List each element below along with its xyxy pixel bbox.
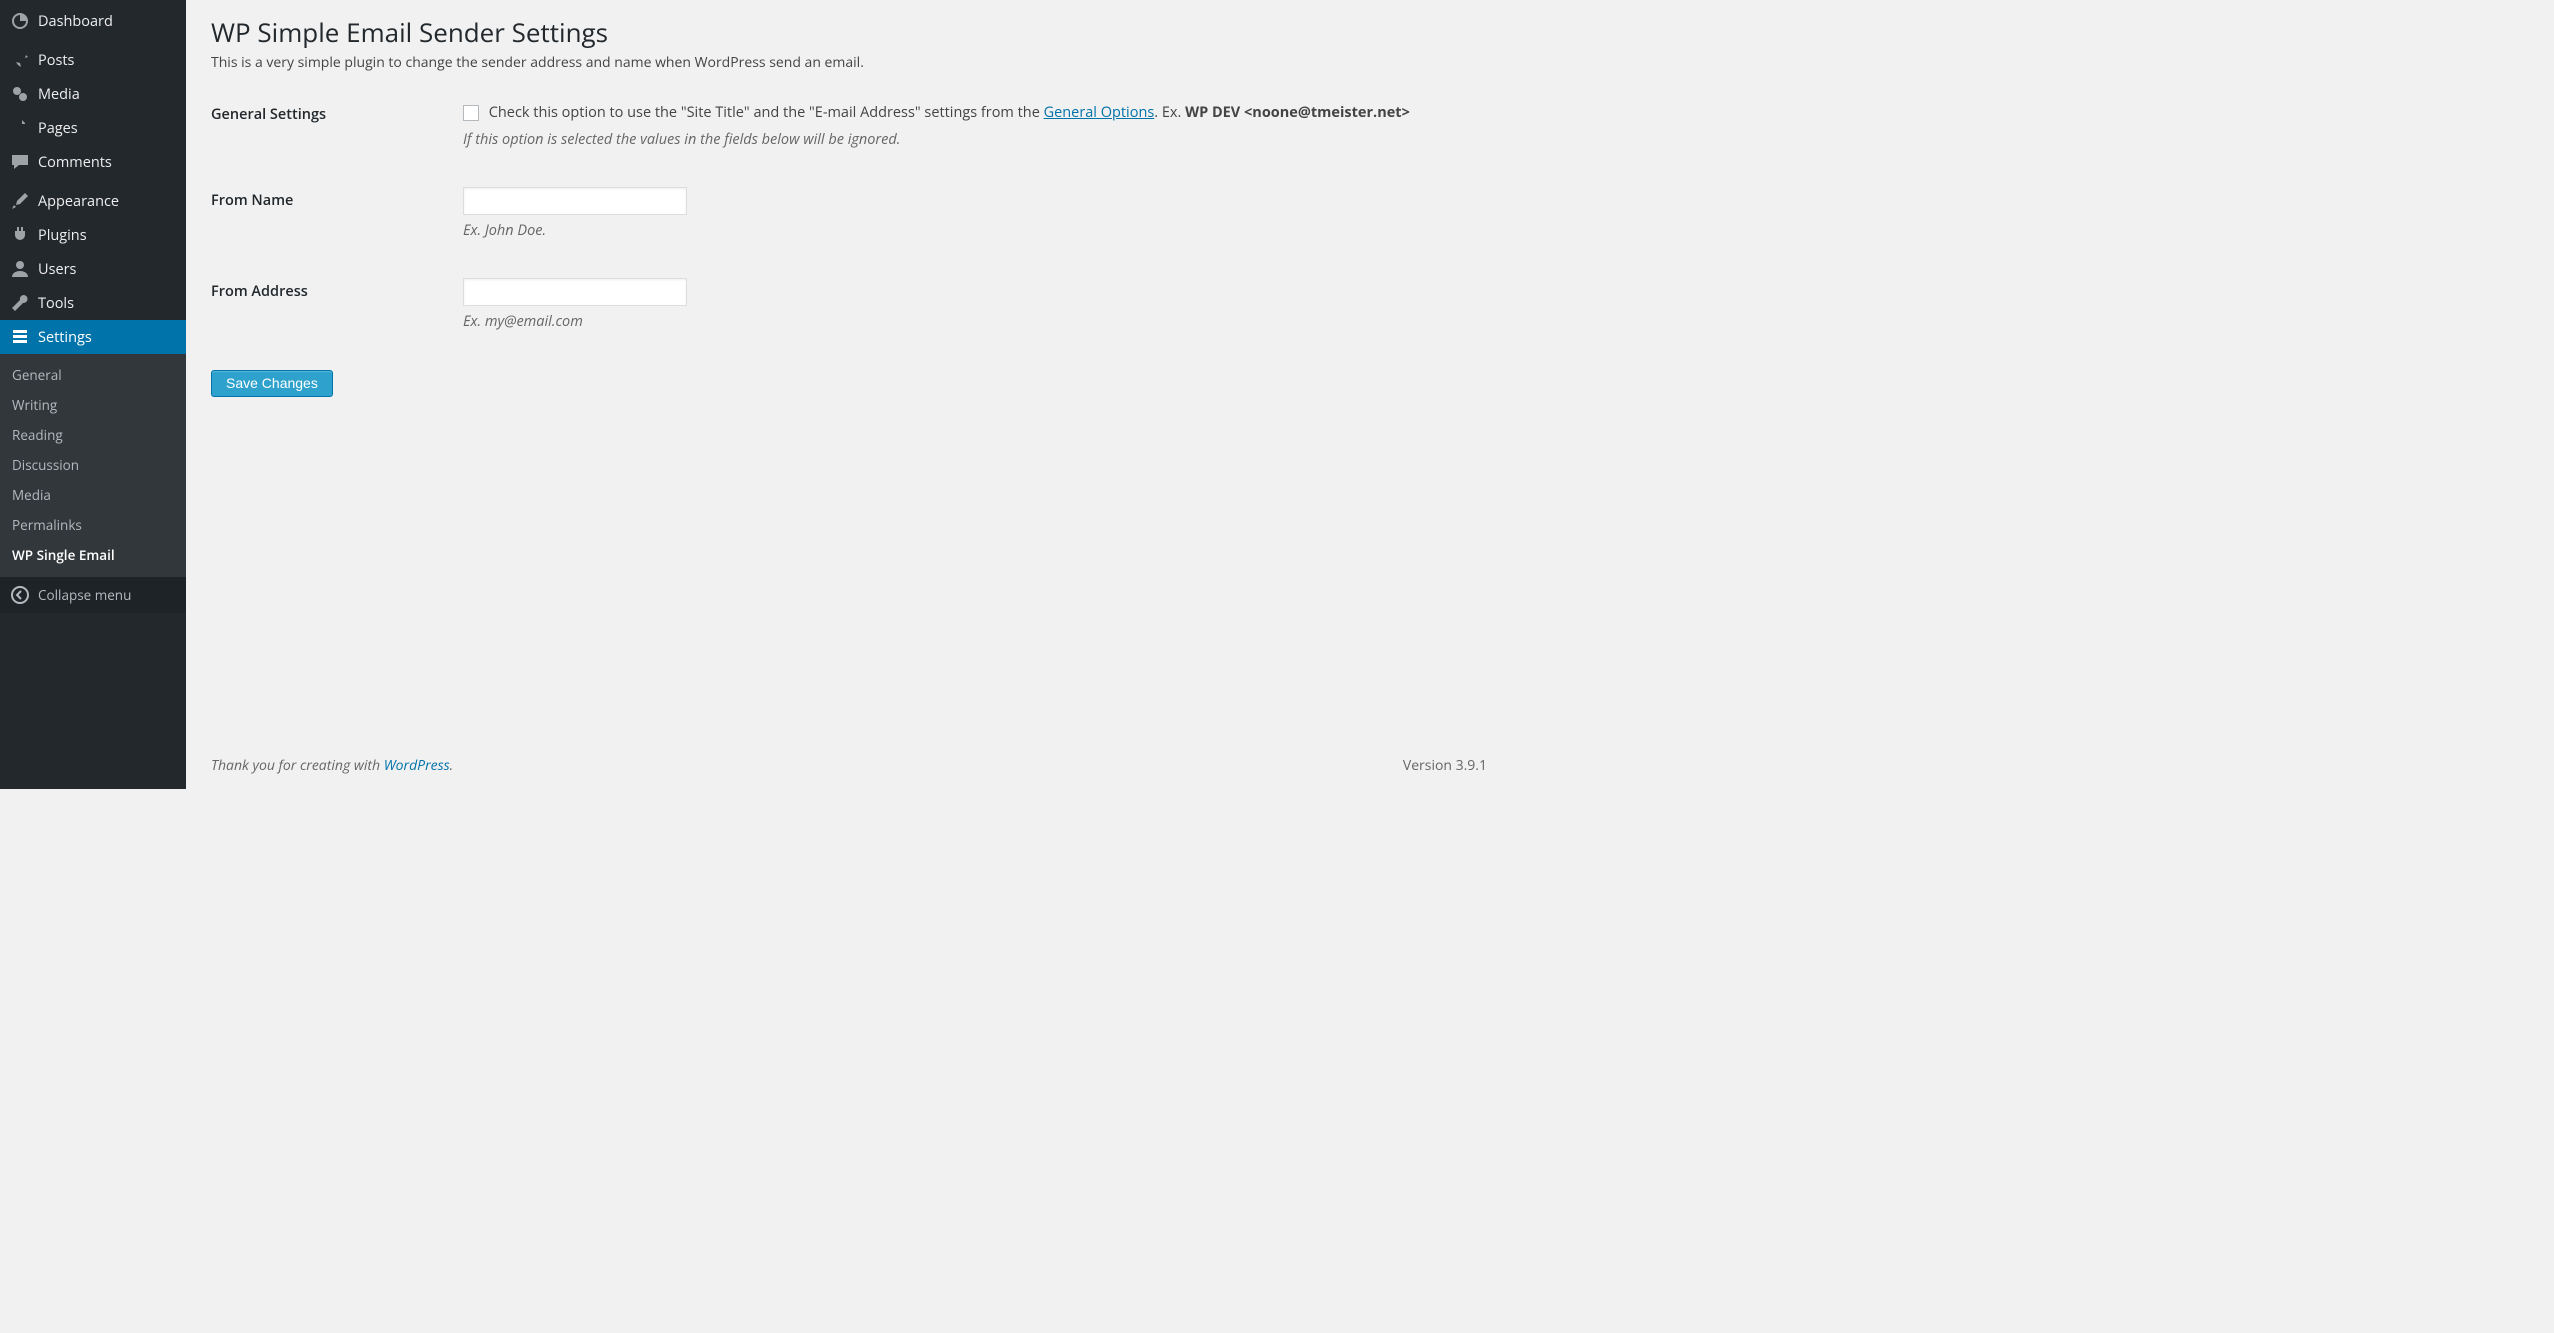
general-settings-cell: Check this option to use the "Site Title… <box>463 101 1487 187</box>
from-name-hint: Ex. John Doe. <box>463 219 1477 242</box>
collapse-menu-button[interactable]: Collapse menu <box>0 576 186 613</box>
general-settings-note: If this option is selected the values in… <box>463 128 1477 151</box>
submenu-item-discussion[interactable]: Discussion <box>0 450 186 480</box>
general-settings-heading: General Settings <box>211 101 463 187</box>
sidebar-item-tools[interactable]: Tools <box>0 286 186 320</box>
sidebar-label: Tools <box>38 294 176 313</box>
footer-thanks-post: . <box>450 756 454 775</box>
submenu-item-general[interactable]: General <box>0 360 186 390</box>
page-title: WP Simple Email Sender Settings <box>211 16 1487 50</box>
admin-menu: Dashboard Posts Media Pages Comments App… <box>0 0 186 354</box>
settings-submenu: General Writing Reading Discussion Media… <box>0 354 186 576</box>
sidebar-label: Comments <box>38 153 176 172</box>
sidebar-label: Dashboard <box>38 12 176 31</box>
from-name-heading: From Name <box>211 187 463 278</box>
sidebar-item-posts[interactable]: Posts <box>0 43 186 77</box>
media-icon <box>10 84 30 104</box>
admin-sidebar: Dashboard Posts Media Pages Comments App… <box>0 0 186 789</box>
sliders-icon <box>10 327 30 347</box>
dashboard-icon <box>10 11 30 31</box>
submenu-item-media[interactable]: Media <box>0 480 186 510</box>
use-site-title-label[interactable]: Check this option to use the "Site Title… <box>463 103 1410 122</box>
sidebar-label: Media <box>38 85 176 104</box>
sidebar-label: Appearance <box>38 192 176 211</box>
submenu-item-writing[interactable]: Writing <box>0 390 186 420</box>
wordpress-link[interactable]: WordPress <box>384 756 450 775</box>
sidebar-item-comments[interactable]: Comments <box>0 145 186 179</box>
footer-thanks: Thank you for creating with WordPress. <box>211 756 453 775</box>
footer-thanks-pre: Thank you for creating with <box>211 756 384 775</box>
sidebar-label: Posts <box>38 51 176 70</box>
sidebar-item-users[interactable]: Users <box>0 252 186 286</box>
sidebar-item-media[interactable]: Media <box>0 77 186 111</box>
sidebar-item-pages[interactable]: Pages <box>0 111 186 145</box>
use-site-title-checkbox[interactable] <box>463 105 479 121</box>
general-options-link[interactable]: General Options <box>1044 103 1155 122</box>
from-name-input[interactable] <box>463 187 687 215</box>
sidebar-item-settings[interactable]: Settings <box>0 320 186 354</box>
submenu-item-wp-single-email[interactable]: WP Single Email <box>0 540 186 570</box>
footer-version: Version 3.9.1 <box>1403 756 1487 775</box>
sidebar-label: Settings <box>38 328 176 347</box>
collapse-icon <box>10 585 30 605</box>
plug-icon <box>10 225 30 245</box>
settings-form: General Settings Check this option to us… <box>211 101 1487 370</box>
wrench-icon <box>10 293 30 313</box>
from-address-cell: Ex. my@email.com <box>463 278 1487 369</box>
collapse-label: Collapse menu <box>38 586 131 604</box>
brush-icon <box>10 191 30 211</box>
page-description: This is a very simple plugin to change t… <box>211 52 1487 73</box>
sidebar-label: Pages <box>38 119 176 138</box>
sidebar-item-appearance[interactable]: Appearance <box>0 184 186 218</box>
main-content: WP Simple Email Sender Settings This is … <box>186 0 1512 789</box>
sidebar-item-plugins[interactable]: Plugins <box>0 218 186 252</box>
submenu-item-permalinks[interactable]: Permalinks <box>0 510 186 540</box>
submenu-item-reading[interactable]: Reading <box>0 420 186 450</box>
admin-footer: Thank you for creating with WordPress. V… <box>211 756 1487 775</box>
pin-icon <box>10 50 30 70</box>
save-changes-button[interactable]: Save Changes <box>211 370 333 397</box>
sidebar-label: Users <box>38 260 176 279</box>
page-icon <box>10 118 30 138</box>
from-address-input[interactable] <box>463 278 687 306</box>
from-address-hint: Ex. my@email.com <box>463 310 1477 333</box>
check-text-post-ex: . Ex. <box>1154 103 1185 122</box>
sidebar-label: Plugins <box>38 226 176 245</box>
comment-icon <box>10 152 30 172</box>
sidebar-item-dashboard[interactable]: Dashboard <box>0 4 186 38</box>
from-name-cell: Ex. John Doe. <box>463 187 1487 278</box>
user-icon <box>10 259 30 279</box>
check-text-pre: Check this option to use the "Site Title… <box>489 103 1044 122</box>
from-address-heading: From Address <box>211 278 463 369</box>
check-example-bold: WP DEV <noone@tmeister.net> <box>1185 103 1410 122</box>
